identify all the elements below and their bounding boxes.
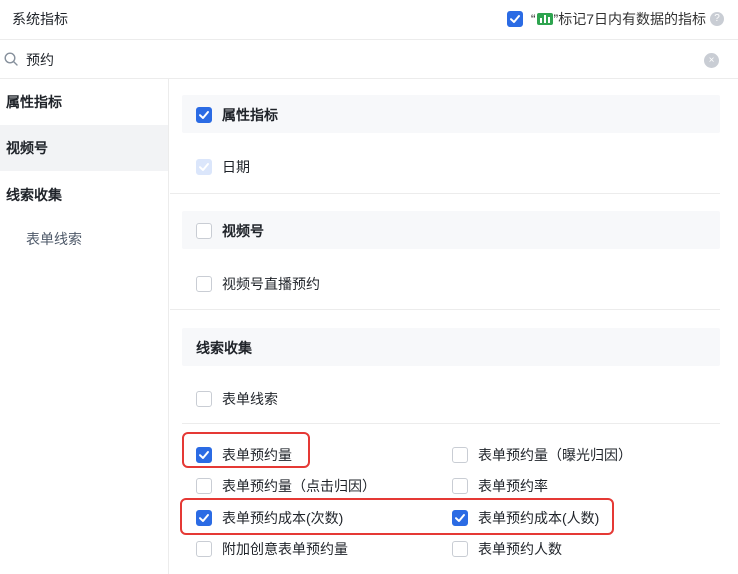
metric-form-reservation-people[interactable]: 表单预约人数 — [452, 539, 562, 559]
help-icon[interactable]: ? — [710, 12, 724, 26]
checkbox[interactable] — [196, 510, 212, 526]
checkbox-disabled — [196, 159, 212, 175]
check-icon — [199, 163, 209, 171]
divider — [170, 309, 720, 310]
mark-data-checkbox[interactable] — [506, 11, 523, 27]
checkbox[interactable] — [196, 276, 212, 292]
metric-label: 表单预约率 — [478, 478, 548, 494]
check-icon — [199, 514, 209, 522]
sidebar-subitem-form-leads[interactable]: 表单线索 — [26, 229, 82, 249]
sidebar-item-leads[interactable]: 线索收集 — [0, 172, 168, 218]
sidebar-item-channels[interactable]: 视频号 — [0, 125, 168, 171]
data-bars-icon — [536, 13, 553, 25]
metrics-panel: 属性指标 日期 视频号 视频号直播预约 线索收集 表单线索 表单预约量 表单预约… — [170, 79, 738, 574]
search-icon — [4, 52, 18, 66]
divider — [170, 193, 720, 194]
metric-date: 日期 — [196, 157, 250, 177]
metric-form-reservations[interactable]: 表单预约量 — [196, 445, 292, 465]
metric-cost-per-person[interactable]: 表单预约成本(人数) — [452, 508, 599, 528]
metric-label: 表单预约成本(人数) — [478, 510, 600, 526]
check-icon — [455, 514, 465, 522]
checkbox[interactable] — [196, 478, 212, 494]
check-icon — [199, 111, 209, 119]
search-input[interactable] — [26, 49, 686, 71]
mark-label: ”标记7日内有数据的指标 — [553, 11, 706, 27]
group-title-row: 线索收集 — [196, 338, 252, 358]
category-sidebar: 属性指标 视频号 线索收集 表单线索 — [0, 79, 169, 574]
checkbox[interactable] — [196, 223, 212, 239]
metric-cost-per-reservation[interactable]: 表单预约成本(次数) — [196, 508, 343, 528]
metric-form-reservations-exposure[interactable]: 表单预约量（曝光归因） — [452, 445, 632, 465]
sidebar-item-attribute[interactable]: 属性指标 — [0, 79, 168, 125]
metric-label: 表单预约成本(次数) — [222, 510, 344, 526]
group-title: 视频号 — [222, 223, 264, 239]
metric-extra-creative-reservations[interactable]: 附加创意表单预约量 — [196, 539, 348, 559]
tab-system-metrics[interactable]: 系统指标 — [12, 9, 68, 29]
metric-label: 表单预约量（曝光归因） — [478, 447, 632, 463]
group-header-leads — [182, 328, 720, 366]
checkbox[interactable] — [196, 447, 212, 463]
mark-quote-open: “ — [530, 11, 536, 27]
metric-label: 附加创意表单预约量 — [222, 541, 348, 557]
checkbox[interactable] — [196, 391, 212, 407]
clear-search-icon[interactable]: × — [704, 53, 719, 68]
check-icon — [509, 15, 520, 23]
metric-form-leads[interactable]: 表单线索 — [196, 389, 278, 409]
metric-label: 视频号直播预约 — [222, 276, 320, 292]
checkbox[interactable] — [196, 541, 212, 557]
checkbox[interactable] — [452, 510, 468, 526]
checkbox[interactable] — [452, 447, 468, 463]
group-title: 线索收集 — [196, 340, 252, 356]
group-title: 属性指标 — [222, 107, 278, 123]
group-checkbox-attribute[interactable]: 属性指标 — [196, 105, 278, 125]
metric-label: 表单线索 — [222, 391, 278, 407]
metric-label: 表单预约量（点击归因） — [222, 478, 376, 494]
check-icon — [199, 451, 209, 459]
search-bar: × — [0, 41, 738, 79]
checkbox[interactable] — [452, 541, 468, 557]
metric-label: 日期 — [222, 159, 250, 175]
metric-channel-live-reservation[interactable]: 视频号直播预约 — [196, 274, 320, 294]
group-checkbox-channels[interactable]: 视频号 — [196, 221, 264, 241]
divider — [182, 423, 720, 424]
header-bar: 系统指标 “ ”标记7日内有数据的指标 ? — [0, 0, 738, 40]
checkbox[interactable] — [196, 107, 212, 123]
checkbox[interactable] — [452, 478, 468, 494]
mark-data-toggle[interactable]: “ ”标记7日内有数据的指标 ? — [506, 9, 724, 29]
metric-label: 表单预约人数 — [478, 541, 562, 557]
metric-form-reservation-rate[interactable]: 表单预约率 — [452, 476, 548, 496]
metric-label: 表单预约量 — [222, 447, 292, 463]
metric-form-reservations-click[interactable]: 表单预约量（点击归因） — [196, 476, 376, 496]
